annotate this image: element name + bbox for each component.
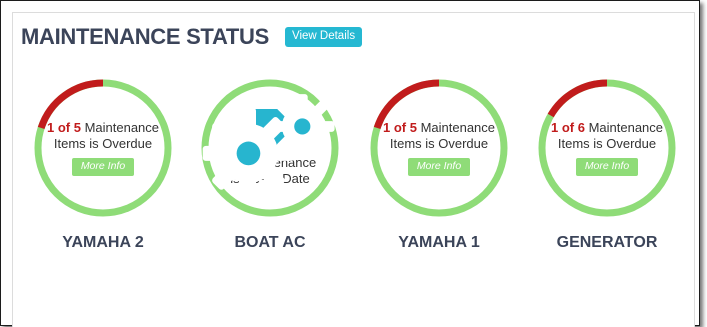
more-info-button[interactable]: More Info (71, 158, 135, 176)
status-line-1: 1 of 5 Maintenance (383, 120, 495, 136)
gauge-content: 1 of 5 Maintenance Items is Overdue More… (33, 78, 173, 218)
status-line-2: Items is Overdue (53, 136, 153, 151)
overdue-count: 1 of 6 (550, 120, 585, 135)
status-line-1: 1 of 5 Maintenance (47, 120, 159, 136)
gauge-content: 1 of 6 Maintenance Items is Overdue More… (537, 78, 677, 218)
gauge-content: 1 of 5 Maintenance Items is Overdue More… (369, 78, 509, 218)
status-line-2: Items is Overdue (557, 136, 657, 151)
panel-header: MAINTENANCE STATUS View Details (21, 24, 363, 50)
status-line-2: Items is Overdue (389, 136, 489, 151)
status-suffix: Maintenance (80, 120, 160, 135)
overdue-count: 1 of 5 (382, 120, 417, 135)
gauge-label: GENERATOR (556, 234, 658, 251)
page-title: MAINTENANCE STATUS (21, 24, 269, 49)
gears-icon (202, 94, 335, 200)
gauge-label: YAMAHA 2 (62, 234, 144, 251)
view-details-button[interactable]: View Details (285, 27, 363, 47)
more-info-button[interactable]: More Info (407, 158, 471, 176)
status-line-1: 1 of 6 Maintenance (551, 120, 663, 136)
gauge-content: All Maintenance is Up-To-Date (200, 78, 340, 218)
status-suffix: Maintenance (416, 120, 496, 135)
overdue-count: 1 of 5 (46, 120, 81, 135)
gauge-label: BOAT AC (234, 234, 306, 251)
status-suffix: Maintenance (584, 120, 664, 135)
more-info-button[interactable]: More Info (575, 158, 639, 176)
gauge-label: YAMAHA 1 (398, 234, 480, 251)
